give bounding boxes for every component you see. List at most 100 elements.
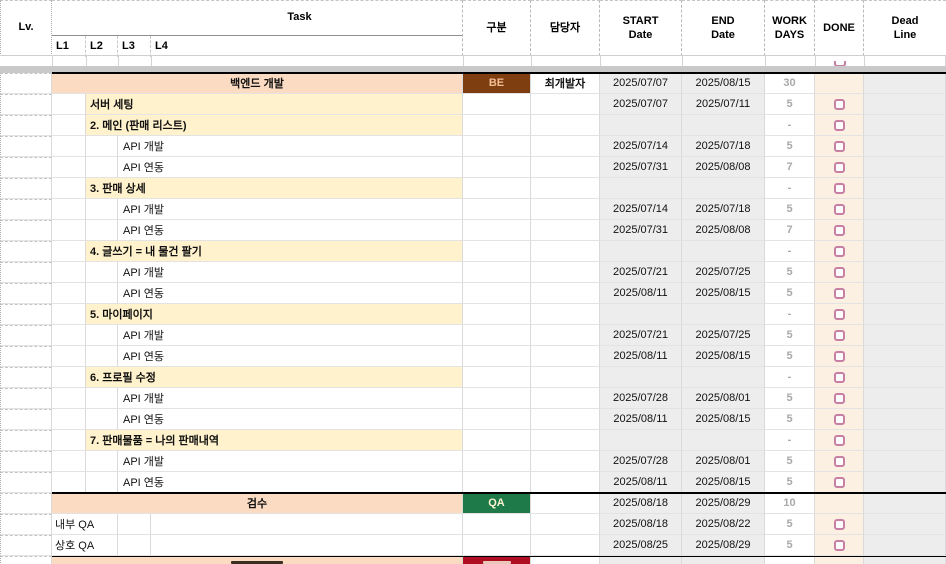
cell-dead-line[interactable] xyxy=(864,346,946,367)
cell-start-date[interactable]: 2025/07/28 xyxy=(600,451,682,472)
done-checkbox[interactable] xyxy=(833,182,845,194)
cell-lv[interactable] xyxy=(0,367,52,388)
cell-category[interactable] xyxy=(463,409,531,430)
cell-end-date[interactable]: 2025/08/08 xyxy=(682,220,765,241)
cell-l4-empty[interactable] xyxy=(151,514,463,535)
cell-end-date[interactable] xyxy=(682,304,765,325)
cell-l1-empty[interactable] xyxy=(52,472,86,493)
done-checkbox[interactable] xyxy=(833,350,845,362)
cell-lv[interactable] xyxy=(0,157,52,178)
cell-owner[interactable] xyxy=(531,325,600,346)
cell-end-date[interactable]: 2025/07/11 xyxy=(682,94,765,115)
cell-lv[interactable] xyxy=(0,430,52,451)
cell-l2-empty[interactable] xyxy=(86,451,118,472)
cell-l2-empty[interactable] xyxy=(86,157,118,178)
cell-start-date[interactable]: 2025/07/07 xyxy=(600,73,682,94)
cell-start-date[interactable] xyxy=(600,367,682,388)
cell-owner[interactable] xyxy=(531,136,600,157)
cell-category[interactable] xyxy=(463,178,531,199)
cell-task-item[interactable]: API 개발 xyxy=(118,136,463,157)
done-checkbox[interactable] xyxy=(833,98,845,110)
cell-work-days[interactable]: - xyxy=(765,241,815,262)
cell-start-date[interactable] xyxy=(600,178,682,199)
cell-dead-line[interactable] xyxy=(864,136,946,157)
cell-task-item[interactable]: 내부 QA xyxy=(52,514,118,535)
cell-dead-line[interactable] xyxy=(864,73,946,94)
cell-l1-empty[interactable] xyxy=(52,94,86,115)
done-checkbox[interactable] xyxy=(833,203,845,215)
cell-owner[interactable] xyxy=(531,262,600,283)
cell-work-days[interactable]: - xyxy=(765,304,815,325)
header-l2[interactable]: L2 xyxy=(86,36,118,57)
cell-done[interactable] xyxy=(815,556,864,564)
cell-dead-line[interactable] xyxy=(864,367,946,388)
cell-start-date[interactable]: 2025/07/31 xyxy=(600,220,682,241)
header-done[interactable]: DONE xyxy=(815,0,864,56)
cell-lv[interactable] xyxy=(0,556,52,564)
cell-work-days[interactable]: 5 xyxy=(765,94,815,115)
cell-end-date[interactable]: 2025/08/15 xyxy=(682,73,765,94)
cell-l1-empty[interactable] xyxy=(52,199,86,220)
done-checkbox[interactable] xyxy=(833,539,845,551)
cell-work-days[interactable]: 5 xyxy=(765,451,815,472)
done-checkbox[interactable] xyxy=(833,518,845,530)
cell-work-days[interactable]: - xyxy=(765,178,815,199)
cell-owner[interactable] xyxy=(531,493,600,514)
cell-start-date[interactable]: 2025/08/11 xyxy=(600,409,682,430)
cell-start-date[interactable]: 2025/07/14 xyxy=(600,136,682,157)
cell-lv[interactable] xyxy=(0,199,52,220)
cell-task-sub[interactable]: 4. 글쓰기 = 내 물건 팔기 xyxy=(86,241,463,262)
cell-category[interactable] xyxy=(463,115,531,136)
cell-owner[interactable] xyxy=(531,346,600,367)
cell-category[interactable] xyxy=(463,472,531,493)
cell-category[interactable] xyxy=(463,346,531,367)
cell-end-date[interactable] xyxy=(682,367,765,388)
cell-l1-empty[interactable] xyxy=(52,220,86,241)
cell-dead-line[interactable] xyxy=(864,241,946,262)
cell-start-date[interactable]: 2025/07/21 xyxy=(600,325,682,346)
cell-done[interactable] xyxy=(815,367,864,388)
cell-l2-empty[interactable] xyxy=(86,409,118,430)
cell-task-sub[interactable]: 서버 세팅 xyxy=(86,94,463,115)
cell-owner[interactable] xyxy=(531,220,600,241)
cell-dead-line[interactable] xyxy=(864,430,946,451)
cell-task-sub[interactable]: 7. 판매물품 = 나의 판매내역 xyxy=(86,430,463,451)
cell-l2-empty[interactable] xyxy=(86,262,118,283)
header-l1[interactable]: L1 xyxy=(52,36,86,57)
cell-category[interactable] xyxy=(463,325,531,346)
cell-task-item[interactable]: API 연동 xyxy=(118,283,463,304)
cell-start-date[interactable] xyxy=(600,241,682,262)
cell-category[interactable] xyxy=(463,241,531,262)
done-checkbox[interactable] xyxy=(833,392,845,404)
header-category[interactable]: 구분 xyxy=(463,0,531,56)
done-checkbox[interactable] xyxy=(833,434,845,446)
cell-l1-empty[interactable] xyxy=(52,136,86,157)
cell-category[interactable] xyxy=(463,451,531,472)
cell-owner[interactable]: 최개발자 xyxy=(531,73,600,94)
cell-end-date[interactable] xyxy=(682,556,765,564)
cell-end-date[interactable]: 2025/07/18 xyxy=(682,136,765,157)
cell-task-sub[interactable]: 2. 메인 (판매 리스트) xyxy=(86,115,463,136)
cell-task-sub[interactable]: 5. 마이페이지 xyxy=(86,304,463,325)
header-owner[interactable]: 담당자 xyxy=(531,0,600,56)
cell-start-date[interactable]: 2025/07/28 xyxy=(600,388,682,409)
cell-task-item[interactable]: API 연동 xyxy=(118,346,463,367)
cell-start-date[interactable] xyxy=(600,430,682,451)
cell-lv[interactable] xyxy=(0,346,52,367)
header-dead-line[interactable]: Dead Line xyxy=(864,0,946,56)
header-end-date[interactable]: END Date xyxy=(682,0,765,56)
cell-task-section[interactable] xyxy=(52,556,463,564)
header-l4[interactable]: L4 xyxy=(151,36,463,57)
cell-end-date[interactable]: 2025/08/15 xyxy=(682,472,765,493)
cell-start-date[interactable] xyxy=(600,556,682,564)
cell-l2-empty[interactable] xyxy=(86,136,118,157)
cell-lv[interactable] xyxy=(0,262,52,283)
cell-task-item[interactable]: API 연동 xyxy=(118,220,463,241)
cell-end-date[interactable]: 2025/08/15 xyxy=(682,346,765,367)
cell-work-days[interactable]: 5 xyxy=(765,262,815,283)
cell-done[interactable] xyxy=(815,262,864,283)
cell-work-days[interactable]: 5 xyxy=(765,283,815,304)
cell-category[interactable] xyxy=(463,157,531,178)
cell-done[interactable] xyxy=(815,199,864,220)
cell-done[interactable] xyxy=(815,241,864,262)
